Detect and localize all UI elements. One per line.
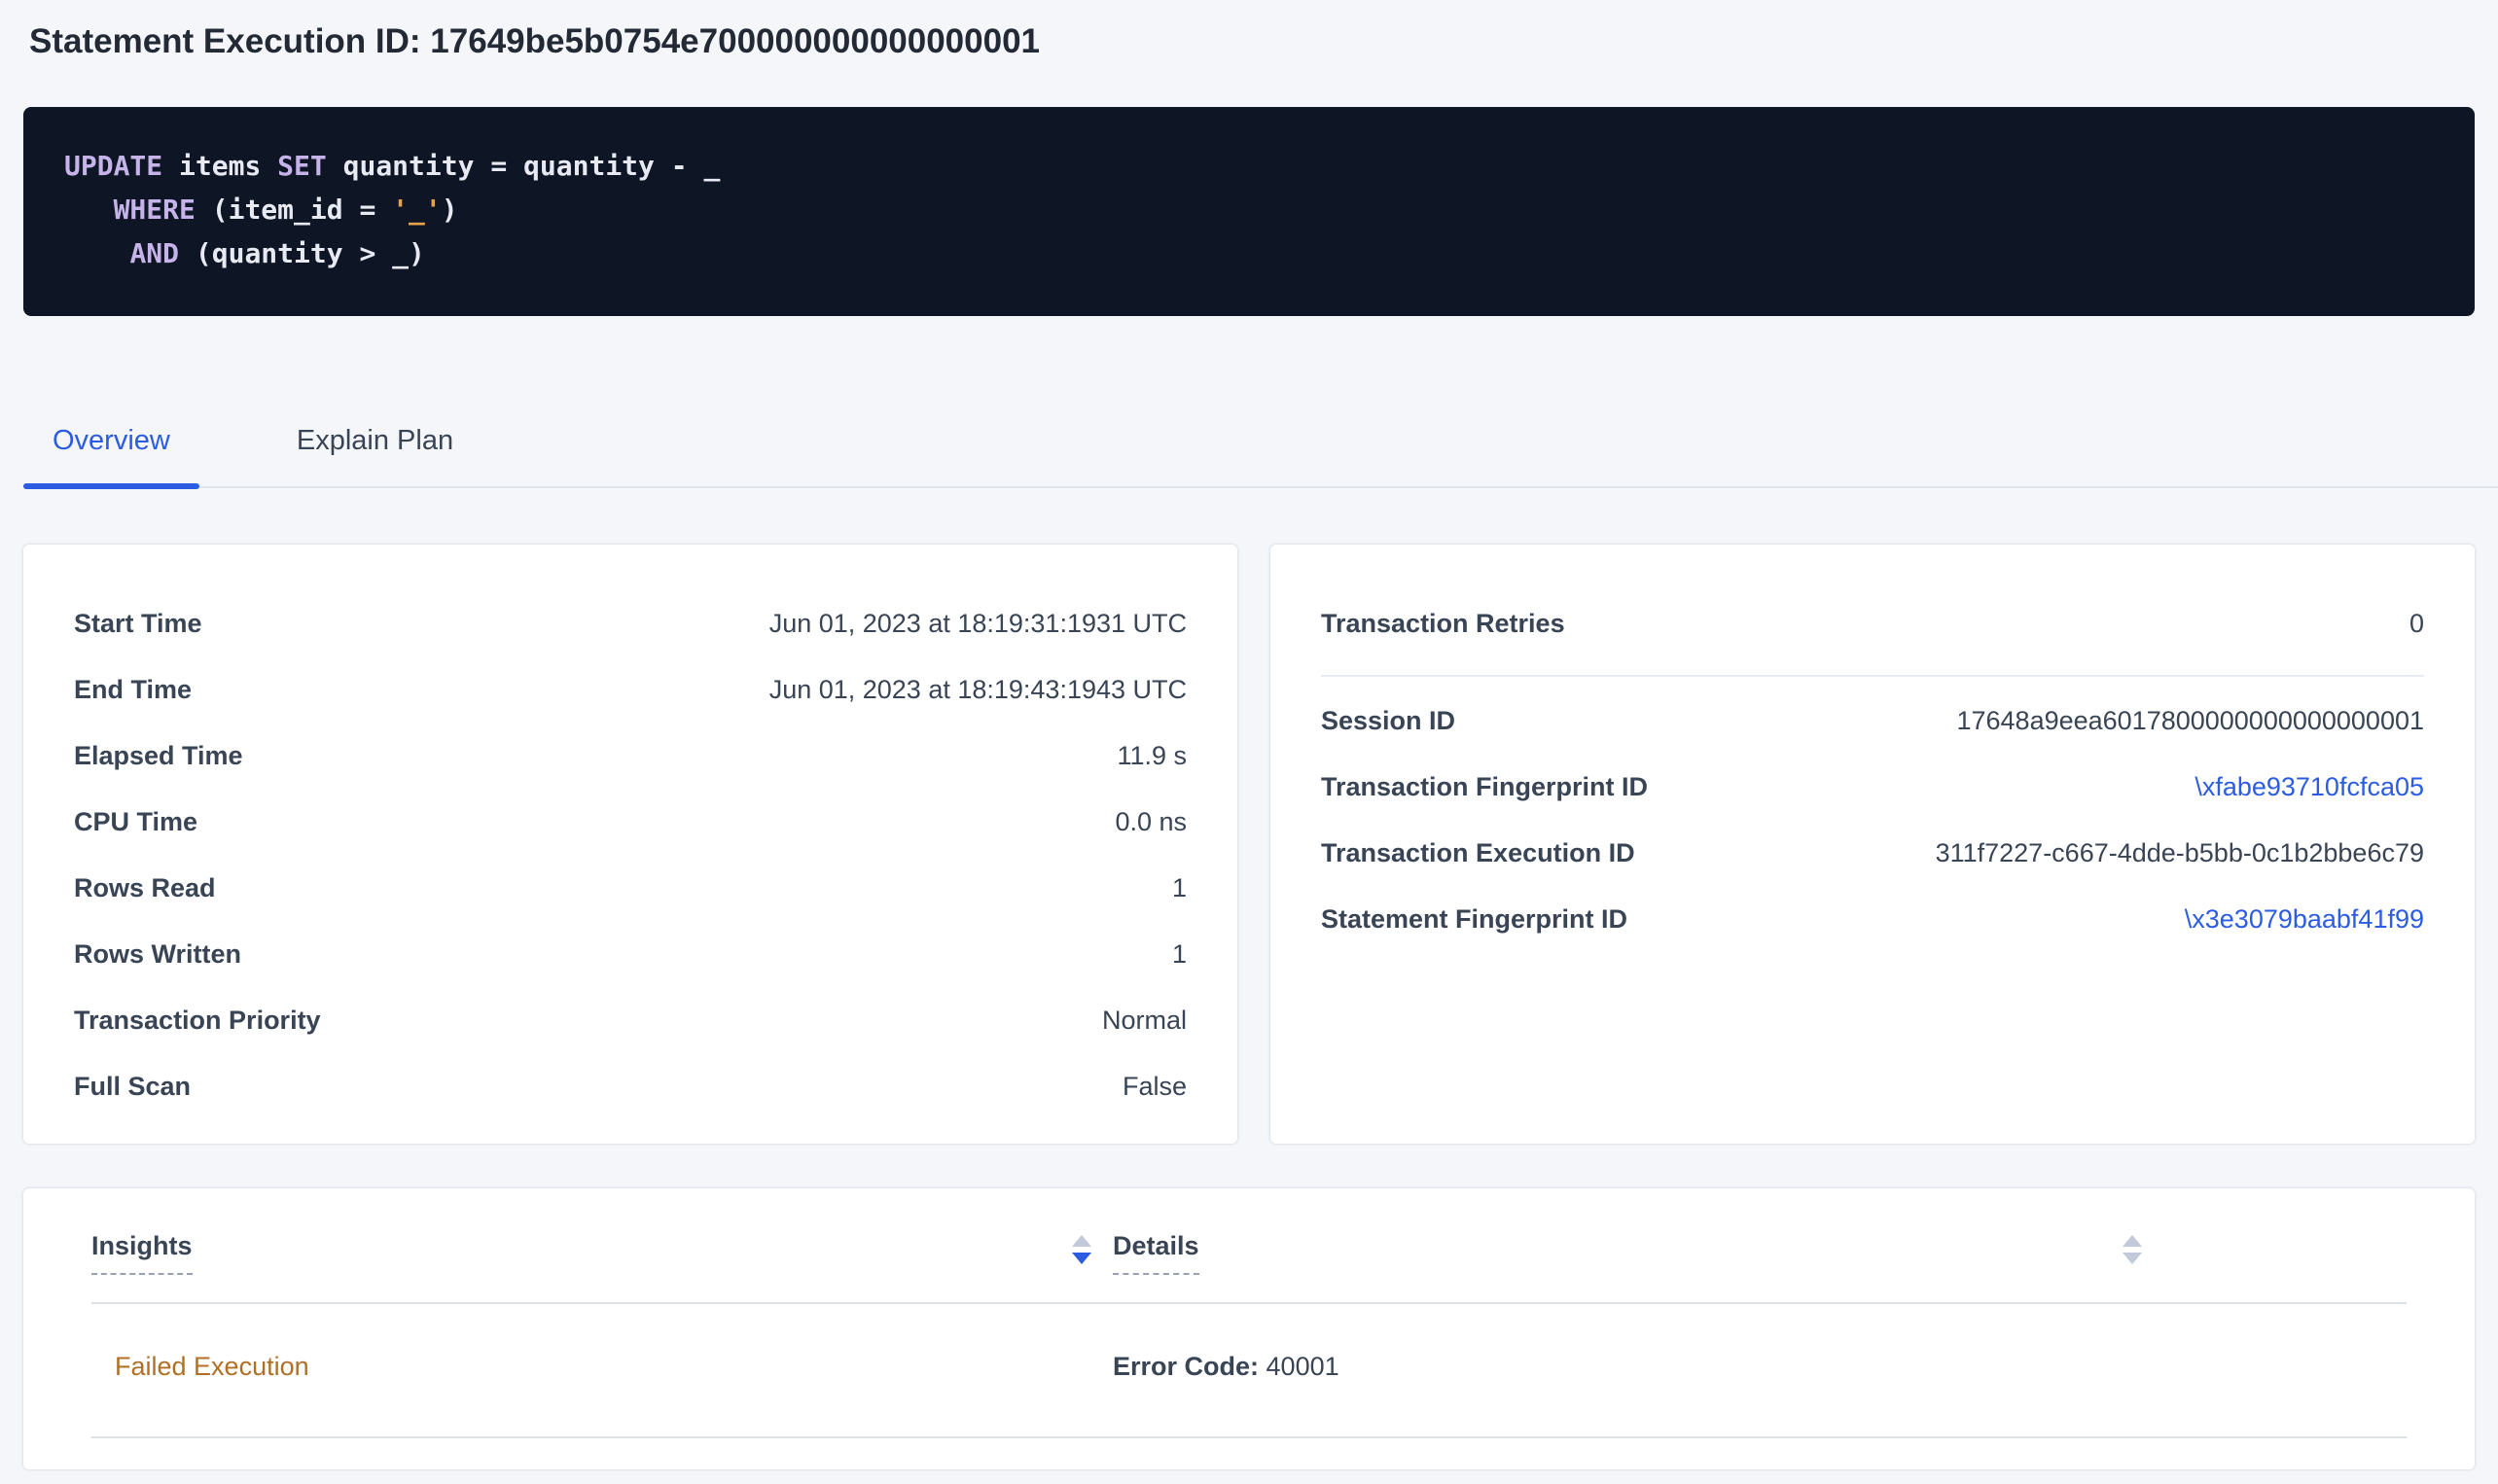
- stat-row-transaction-fingerprint-id: Transaction Fingerprint ID \xfabe93710fc…: [1321, 772, 2424, 801]
- stat-row-transaction-execution-id: Transaction Execution ID 311f7227-c667-4…: [1321, 838, 2424, 867]
- sql-keyword: WHERE: [114, 194, 196, 226]
- stat-label: Session ID: [1321, 706, 1455, 735]
- insights-table-row: Failed Execution Error Code: 40001: [91, 1304, 2407, 1438]
- page-header: Statement Execution ID: 17649be5b0754e70…: [0, 0, 2498, 66]
- column-header-details[interactable]: Details: [1113, 1231, 2163, 1275]
- stat-label: Transaction Fingerprint ID: [1321, 772, 1648, 801]
- stat-label: Transaction Execution ID: [1321, 838, 1635, 867]
- stat-row-cpu-time: CPU Time 0.0 ns: [74, 807, 1187, 836]
- sql-statement-box: UPDATE items SET quantity = quantity - _…: [23, 107, 2475, 316]
- stat-value: Normal: [1102, 1006, 1187, 1035]
- stat-row-elapsed-time: Elapsed Time 11.9 s: [74, 741, 1187, 770]
- stat-value: 311f7227-c667-4dde-b5bb-0c1b2bbe6c79: [1936, 838, 2424, 867]
- page-title: Statement Execution ID: 17649be5b0754e70…: [29, 18, 2469, 66]
- sql-line: WHERE (item_id = '_'): [64, 188, 2434, 231]
- sort-asc-arrow-icon: [2123, 1235, 2142, 1247]
- stat-row-transaction-priority: Transaction Priority Normal: [74, 1006, 1187, 1035]
- sql-keyword: UPDATE: [64, 150, 162, 182]
- stat-value: 1: [1172, 873, 1187, 902]
- insights-table-header: Insights Details: [91, 1188, 2407, 1304]
- insight-cell: Failed Execution: [91, 1351, 1113, 1382]
- overview-stats-card: Start Time Jun 01, 2023 at 18:19:31:1931…: [23, 545, 1237, 1144]
- stat-label: CPU Time: [74, 807, 197, 836]
- stat-value: 0.0 ns: [1115, 807, 1187, 836]
- sql-line: AND (quantity > _): [64, 231, 2434, 275]
- stat-row-transaction-retries: Transaction Retries 0: [1321, 609, 2424, 638]
- sort-arrows-icon[interactable]: [1072, 1231, 1091, 1264]
- card-divider: [1321, 675, 2424, 677]
- stat-label: Start Time: [74, 609, 202, 638]
- stat-row-end-time: End Time Jun 01, 2023 at 18:19:43:1943 U…: [74, 675, 1187, 704]
- tab-explain-plan[interactable]: Explain Plan: [268, 425, 482, 486]
- stat-label: Rows Read: [74, 873, 216, 902]
- insight-type-text: Failed Execution: [91, 1352, 309, 1381]
- sql-text: ): [442, 194, 458, 226]
- sort-desc-arrow-icon: [1072, 1253, 1091, 1264]
- sort-arrows-icon[interactable]: [2123, 1231, 2142, 1264]
- stat-row-start-time: Start Time Jun 01, 2023 at 18:19:31:1931…: [74, 609, 1187, 638]
- identifiers-card: Transaction Retries 0 Session ID 17648a9…: [1270, 545, 2475, 1144]
- sql-text: items: [162, 150, 277, 182]
- sort-desc-arrow-icon: [2123, 1253, 2142, 1264]
- column-label-insights: Insights: [91, 1231, 193, 1275]
- sql-keyword: AND: [129, 237, 179, 269]
- stat-value: 1: [1172, 939, 1187, 969]
- transaction-fingerprint-link[interactable]: \xfabe93710fcfca05: [2195, 772, 2424, 801]
- sql-text: (quantity > _): [179, 237, 425, 269]
- tab-overview[interactable]: Overview: [23, 425, 199, 486]
- insights-table-card: Insights Details Failed Execution Error …: [23, 1188, 2475, 1469]
- stat-row-statement-fingerprint-id: Statement Fingerprint ID \x3e3079baabf41…: [1321, 904, 2424, 934]
- summary-cards-row: Start Time Jun 01, 2023 at 18:19:31:1931…: [23, 545, 2475, 1144]
- stat-value: Jun 01, 2023 at 18:19:43:1943 UTC: [769, 675, 1187, 704]
- tab-bar: Overview Explain Plan: [23, 425, 2498, 488]
- sql-text: quantity = quantity - _: [327, 150, 721, 182]
- sql-text: [64, 194, 114, 226]
- stat-label: Elapsed Time: [74, 741, 243, 770]
- statement-fingerprint-link[interactable]: \x3e3079baabf41f99: [2185, 904, 2424, 934]
- sort-asc-arrow-icon: [1072, 1235, 1091, 1247]
- stat-value: 11.9 s: [1117, 741, 1187, 770]
- detail-label: Error Code:: [1113, 1352, 1259, 1381]
- stat-value: Jun 01, 2023 at 18:19:31:1931 UTC: [769, 609, 1187, 638]
- stat-row-session-id: Session ID 17648a9eea6017800000000000000…: [1321, 706, 2424, 735]
- stat-row-rows-read: Rows Read 1: [74, 873, 1187, 902]
- sql-text: (item_id =: [196, 194, 392, 226]
- stat-value: False: [1123, 1072, 1187, 1101]
- stat-label: Full Scan: [74, 1072, 191, 1101]
- sql-keyword: SET: [277, 150, 327, 182]
- column-label-details: Details: [1113, 1231, 1199, 1275]
- stat-label: Transaction Retries: [1321, 609, 1565, 638]
- stat-label: End Time: [74, 675, 192, 704]
- stat-label: Transaction Priority: [74, 1006, 321, 1035]
- sql-line: UPDATE items SET quantity = quantity - _: [64, 144, 2434, 188]
- stat-value: 17648a9eea6017800000000000000001: [1956, 706, 2424, 735]
- column-header-insights[interactable]: Insights: [91, 1231, 1113, 1275]
- detail-cell: Error Code: 40001: [1113, 1351, 2163, 1382]
- sql-string-literal: '_': [392, 194, 442, 226]
- stat-row-full-scan: Full Scan False: [74, 1072, 1187, 1101]
- sql-text: [64, 237, 129, 269]
- stat-row-rows-written: Rows Written 1: [74, 939, 1187, 969]
- stat-label: Rows Written: [74, 939, 241, 969]
- detail-value: 40001: [1259, 1352, 1339, 1381]
- stat-label: Statement Fingerprint ID: [1321, 904, 1627, 934]
- stat-value: 0: [2409, 609, 2424, 638]
